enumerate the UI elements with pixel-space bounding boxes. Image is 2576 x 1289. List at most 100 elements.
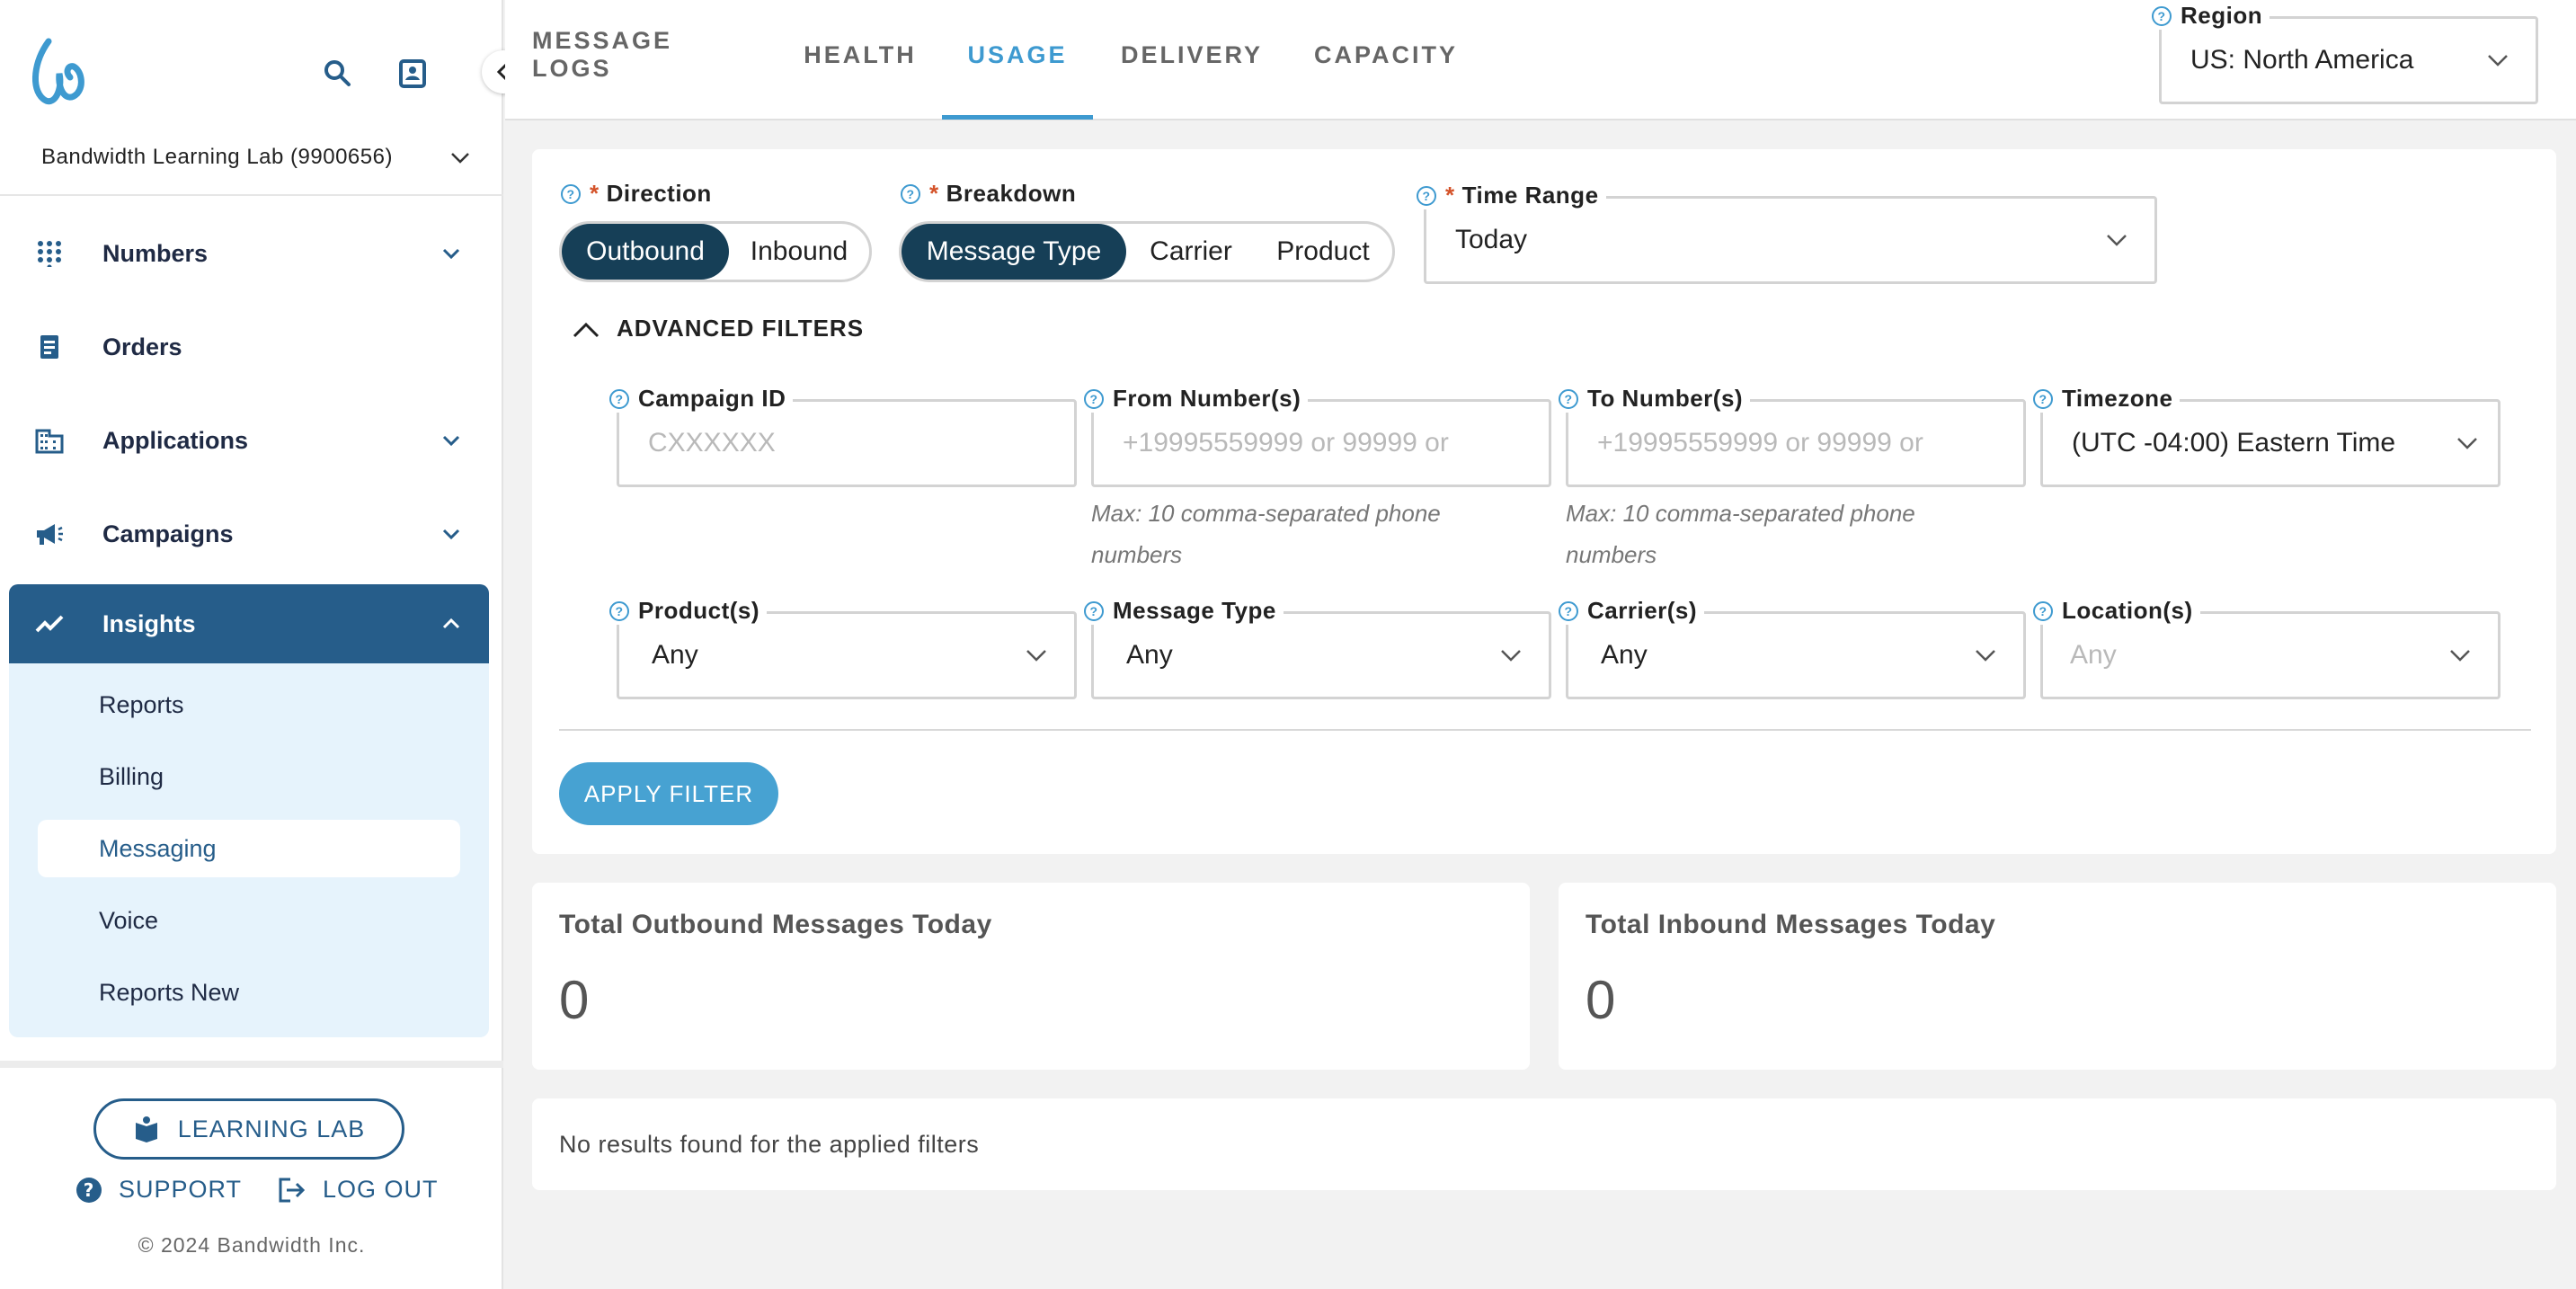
trend-icon [34,609,65,639]
logout-link[interactable]: LOG OUT [278,1176,439,1204]
required-marker: * [929,180,939,207]
account-selector[interactable]: Bandwidth Learning Lab (9900656) [41,142,473,173]
bandwidth-logo-icon[interactable] [25,34,90,111]
sidebar-item-label: Orders [102,333,182,360]
contacts-book-icon[interactable] [395,56,431,92]
sidebar-subitem-reports[interactable]: Reports [38,676,460,733]
divider [0,1061,503,1068]
timezone-label: ? Timezone [2033,385,2181,413]
outbound-stat-value: 0 [559,970,590,1030]
learning-lab-button[interactable]: LEARNING LAB [93,1098,404,1160]
help-icon[interactable]: ? [1417,185,1436,206]
copyright: © 2024 Bandwidth Inc. [138,1233,366,1257]
help-icon[interactable]: ? [1084,600,1104,621]
tab-usage[interactable]: USAGE [942,0,1093,119]
breakdown-toggle: Message Type Carrier Product [899,221,1395,282]
products-value: Any [652,640,698,670]
time-range-value: Today [1455,225,1528,254]
sidebar-subitem-billing[interactable]: Billing [38,748,460,805]
sidebar-item-orders[interactable]: Orders [9,307,489,387]
tab-message-logs[interactable]: MESSAGE LOGS [532,0,744,119]
no-results-message: No results found for the applied filters [559,1131,980,1158]
breakdown-label: ? * Breakdown [901,180,1084,208]
breakdown-carrier[interactable]: Carrier [1126,224,1256,280]
chevron-down-icon [442,248,460,260]
direction-label: ? * Direction [561,180,719,208]
chevron-down-icon [2107,235,2127,246]
help-icon[interactable]: ? [2152,5,2172,26]
carriers-value: Any [1601,640,1648,670]
support-label: SUPPORT [119,1176,243,1203]
campaign-id-placeholder: CXXXXXX [648,428,776,458]
svg-text:?: ? [84,1179,95,1201]
book-icon [135,1116,157,1142]
locations-label: ? Location(s) [2033,597,2200,625]
sidebar-item-insights[interactable]: Insights [9,584,489,663]
inbound-stat-title: Total Inbound Messages Today [1586,910,1996,939]
sidebar-item-label: Insights [102,609,196,637]
chevron-down-icon [2488,55,2508,67]
sidebar-subitem-voice[interactable]: Voice [38,892,460,949]
help-icon[interactable]: ? [901,183,920,204]
direction-inbound[interactable]: Inbound [729,224,869,280]
sidebar-subitem-messaging[interactable]: Messaging [38,820,460,877]
chevron-up-icon [442,618,460,629]
sidebar-item-applications[interactable]: Applications [9,401,489,480]
message-type-value: Any [1126,640,1173,670]
help-icon[interactable]: ? [1559,600,1578,621]
chevron-down-icon [2450,650,2470,662]
sidebar-item-campaigns[interactable]: Campaigns [9,494,489,573]
insights-subnav: Reports Billing Messaging Voice Reports … [9,663,489,1037]
advanced-filters-toggle[interactable]: ADVANCED FILTERS [572,315,864,342]
campaign-id-label: ? Campaign ID [609,385,794,413]
sidebar-item-label: Campaigns [102,520,234,547]
tab-capacity[interactable]: CAPACITY [1310,0,1461,119]
logout-icon [279,1178,306,1202]
support-link[interactable]: ? SUPPORT [76,1176,242,1204]
help-icon[interactable]: ? [609,388,629,409]
carriers-label: ? Carrier(s) [1559,597,1705,625]
sidebar-item-numbers[interactable]: Numbers [9,214,489,293]
breakdown-message-type[interactable]: Message Type [902,224,1126,280]
bottom-links: ? SUPPORT LOG OUT [76,1176,439,1204]
megaphone-icon [34,519,65,549]
required-marker: * [590,180,600,207]
building-icon [34,425,65,456]
receipt-icon [34,332,65,362]
direction-outbound[interactable]: Outbound [562,224,729,280]
logout-label: LOG OUT [323,1176,439,1203]
to-numbers-label: ? To Number(s) [1559,385,1751,413]
search-icon[interactable] [320,56,356,92]
time-range-label: ? * Time Range [1417,182,1606,209]
dialpad-icon [34,238,65,269]
chevron-down-icon [1976,650,1995,662]
sidebar-item-label: Applications [102,426,249,454]
tab-health[interactable]: HEALTH [802,0,919,119]
region-label: ? Region [2152,2,2270,30]
learning-lab-label: LEARNING LAB [177,1115,366,1142]
advanced-filters-label: ADVANCED FILTERS [617,315,865,342]
sidebar-item-label: Numbers [102,239,209,267]
chevron-down-icon [1501,650,1521,662]
sidebar: Bandwidth Learning Lab (9900656) Numbers… [0,0,503,1289]
breakdown-product[interactable]: Product [1256,224,1390,280]
help-icon[interactable]: ? [2033,388,2053,409]
help-icon[interactable]: ? [609,600,629,621]
to-numbers-placeholder: +19995559999 or 99999 or [1597,428,1923,458]
help-icon[interactable]: ? [1559,388,1578,409]
timezone-value: (UTC -04:00) Eastern Time [2072,428,2396,458]
apply-filter-button[interactable]: APPLY FILTER [559,762,778,825]
inbound-stat-value: 0 [1586,970,1616,1030]
help-icon[interactable]: ? [2033,600,2053,621]
help-icon[interactable]: ? [561,183,581,204]
locations-placeholder: Any [2070,640,2117,670]
chevron-down-icon [2457,438,2477,449]
from-numbers-help: Max: 10 comma-separated phone numbers [1091,500,1441,568]
tab-delivery[interactable]: DELIVERY [1120,0,1264,119]
divider [0,194,503,196]
required-marker: * [1445,182,1455,209]
sidebar-subitem-reports-new[interactable]: Reports New [38,964,460,1021]
message-type-label: ? Message Type [1084,597,1284,625]
help-icon[interactable]: ? [1084,388,1104,409]
help-circle-icon: ? [76,1177,102,1203]
